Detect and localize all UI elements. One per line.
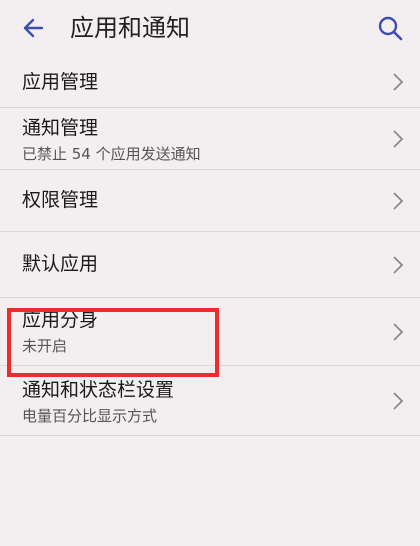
chevron-right-icon (393, 255, 404, 274)
list-item-notification-status-bar-settings[interactable]: 通知和状态栏设置 电量百分比显示方式 (0, 366, 420, 436)
list-item-permission-management[interactable]: 权限管理 (0, 170, 420, 232)
list-item-subtitle: 电量百分比显示方式 (22, 407, 158, 425)
search-icon[interactable] (376, 14, 404, 42)
list-item-app-twin[interactable]: 应用分身 未开启 (0, 298, 420, 366)
list-item-label: 应用管理 (22, 71, 99, 93)
list-item-label: 应用分身 (22, 309, 99, 331)
list-item-subtitle: 未开启 (22, 337, 68, 355)
list-item-label: 默认应用 (22, 253, 99, 275)
list-item-app-management[interactable]: 应用管理 (0, 56, 420, 108)
chevron-right-icon (393, 322, 404, 341)
list-item-label: 通知管理 (22, 117, 99, 139)
list-item-label: 通知和状态栏设置 (22, 379, 175, 401)
list-item-notification-management[interactable]: 通知管理 已禁止 54 个应用发送通知 (0, 108, 420, 170)
list-item-default-apps[interactable]: 默认应用 (0, 232, 420, 298)
chevron-right-icon (393, 129, 404, 148)
settings-list: 应用管理 通知管理 已禁止 54 个应用发送通知 权限管理 默认应用 应用分身 … (0, 56, 420, 436)
chevron-right-icon (393, 391, 404, 410)
chevron-right-icon (393, 191, 404, 210)
list-item-label: 权限管理 (22, 189, 99, 211)
list-item-subtitle: 已禁止 54 个应用发送通知 (22, 145, 201, 163)
page-title: 应用和通知 (70, 14, 190, 42)
arrow-left-icon[interactable] (20, 14, 48, 42)
app-bar: 应用和通知 (0, 0, 420, 56)
chevron-right-icon (393, 72, 404, 91)
